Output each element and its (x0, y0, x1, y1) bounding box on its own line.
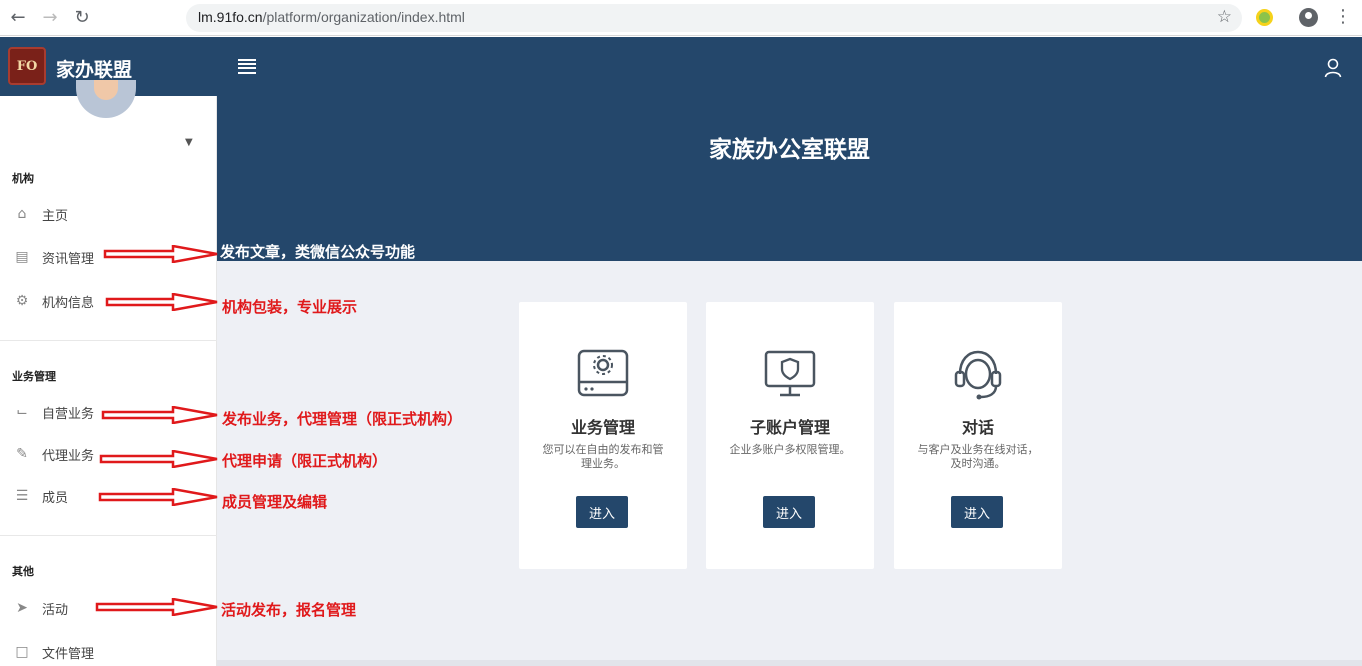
section-title-other: 其他 (12, 565, 34, 578)
annotation-arrow (98, 488, 218, 506)
sidebar-item-label: 资讯管理 (42, 251, 95, 267)
section-title-organization: 机构 (12, 172, 34, 185)
card-description: 与客户及业务在线对话，及时沟通。 (917, 443, 1039, 470)
annotation-arrow (101, 406, 218, 424)
caret-down-icon[interactable]: ▼ (185, 137, 193, 148)
divider (0, 340, 217, 341)
sidebar-item-activity[interactable]: ➤ 活动 (14, 598, 68, 618)
card-description: 企业多账户多权限管理。 (729, 443, 851, 456)
back-arrow-icon[interactable]: ← (8, 8, 28, 28)
annotation-members: 成员管理及编辑 (222, 493, 328, 511)
card-title: 子账户管理 (749, 418, 830, 437)
sidebar-item-agent-business[interactable]: ✎ 代理业务 (14, 444, 94, 464)
brand-name[interactable]: 家办联盟 (56, 55, 132, 82)
sidebar-item-label: 自营业务 (42, 406, 95, 422)
annotation-arrow (99, 450, 218, 468)
card-description: 您可以在自由的发布和管理业务。 (542, 443, 664, 470)
card-chat: 对话 与客户及业务在线对话，及时沟通。 进入 (894, 302, 1062, 569)
annotation-activity: 活动发布，报名管理 (221, 601, 357, 619)
avatar[interactable] (76, 80, 136, 118)
folder-icon: □ (15, 644, 29, 660)
sidebar-item-label: 活动 (42, 602, 69, 618)
logo[interactable]: FO (8, 47, 46, 85)
hamburger-menu-icon[interactable] (238, 59, 256, 74)
reload-icon[interactable]: ↻ (72, 8, 92, 28)
url-path: /platform/organization/index.html (262, 9, 465, 25)
page-title: 家族办公室联盟 (709, 137, 870, 163)
pencil-icon: ✎ (16, 446, 28, 462)
divider (0, 535, 217, 536)
card-title: 业务管理 (570, 418, 635, 437)
annotation-own-business: 发布业务，代理管理（限正式机构） (222, 410, 463, 428)
user-icon[interactable] (1324, 58, 1342, 78)
sidebar: ▼ 机构 ⌂ 主页 ▤ 资讯管理 ⚙ 机构信息 业务管理 ⌙ 自营业务 ✎ 代理… (0, 80, 217, 666)
enter-business-button[interactable]: 进入 (576, 496, 628, 528)
more-menu-icon[interactable]: ⋮ (1334, 6, 1352, 28)
paper-plane-icon: ➤ (16, 600, 28, 616)
enter-chat-button[interactable]: 进入 (951, 496, 1003, 528)
sidebar-item-label: 成员 (42, 490, 69, 506)
annotation-arrow (105, 293, 218, 311)
annotation-news: 发布文章，类微信公众号功能 (220, 243, 416, 261)
forward-arrow-icon[interactable]: → (40, 8, 60, 28)
browser-toolbar: ← → ↻ lm.91fo.cn/platform/organization/i… (0, 0, 1362, 36)
sidebar-item-news[interactable]: ▤ 资讯管理 (14, 247, 94, 267)
footer (217, 660, 1362, 666)
boot-icon: ⌙ (16, 404, 28, 420)
home-icon: ⌂ (17, 206, 27, 222)
monitor-shield-icon (764, 350, 816, 397)
card-business-management: 业务管理 您可以在自由的发布和管理业务。 进入 (519, 302, 687, 569)
url-host: lm.91fo.cn (198, 9, 263, 25)
card-sub-account-management: 子账户管理 企业多账户多权限管理。 进入 (706, 302, 874, 569)
address-bar[interactable]: lm.91fo.cn/platform/organization/index.h… (186, 4, 1242, 32)
document-icon: ▤ (15, 249, 29, 265)
bookmark-star-icon[interactable]: ☆ (1217, 7, 1232, 27)
sidebar-item-label: 机构信息 (42, 295, 95, 311)
sidebar-item-files[interactable]: □ 文件管理 (14, 642, 94, 662)
sidebar-item-members[interactable]: ☰ 成员 (14, 486, 68, 506)
headset-icon (954, 350, 1002, 400)
sidebar-item-label: 代理业务 (42, 448, 95, 464)
card-title: 对话 (961, 418, 994, 437)
logo-text: FO (16, 58, 38, 74)
section-title-business: 业务管理 (12, 370, 56, 383)
profile-icon[interactable] (1299, 8, 1318, 27)
url-text: lm.91fo.cn/platform/organization/index.h… (198, 9, 465, 25)
sidebar-item-org-info[interactable]: ⚙ 机构信息 (14, 291, 94, 311)
enter-sub-account-button[interactable]: 进入 (763, 496, 815, 528)
sidebar-item-home[interactable]: ⌂ 主页 (14, 204, 68, 224)
annotation-arrow (103, 245, 218, 263)
app-header: FO 家办联盟 (0, 37, 1362, 96)
annotation-arrow (95, 598, 218, 616)
hero-banner: 家族办公室联盟 (217, 96, 1362, 261)
list-icon: ☰ (15, 488, 29, 504)
hard-drive-gear-icon (577, 349, 629, 397)
annotation-agent-business: 代理申请（限正式机构） (222, 452, 388, 470)
extension-icon[interactable] (1256, 9, 1273, 26)
sidebar-item-label: 主页 (42, 208, 69, 224)
sidebar-item-own-business[interactable]: ⌙ 自营业务 (14, 402, 94, 422)
gear-icon: ⚙ (15, 293, 29, 309)
sidebar-item-label: 文件管理 (42, 646, 95, 662)
annotation-org-info: 机构包装，专业展示 (222, 298, 358, 316)
